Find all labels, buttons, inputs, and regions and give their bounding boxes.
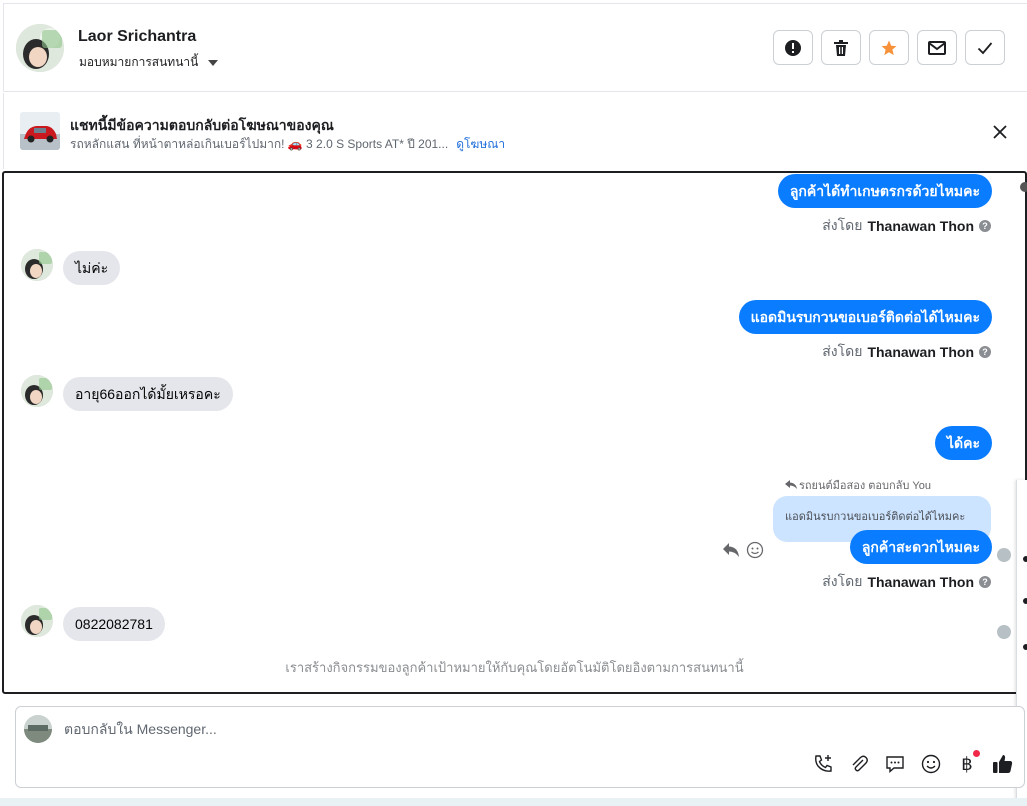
contact-avatar-small[interactable] (21, 605, 53, 637)
contact-avatar-small[interactable] (21, 375, 53, 407)
call-add-button[interactable] (812, 753, 834, 775)
incoming-message[interactable]: 0822082781 (63, 607, 165, 641)
check-icon (977, 41, 993, 54)
outgoing-message[interactable]: ลูกค้าได้ทำเกษตรกรด้วยไหมคะ (777, 174, 992, 208)
sent-by-label: ส่งโดย Thanawan Thon ? (822, 215, 991, 237)
seen-avatar (997, 625, 1011, 639)
ad-reply-banner: แชทนี้มีข้อความตอบกลับต่อโฆษณาของคุณ รถห… (3, 93, 1027, 169)
view-ad-link[interactable]: ดูโฆษณา (456, 135, 505, 154)
close-icon[interactable] (991, 123, 1009, 141)
message-input[interactable] (64, 721, 964, 737)
assign-conversation-dropdown[interactable]: มอบหมายการสนทนานี้ (79, 53, 219, 72)
reply-composer: ฿ (15, 706, 1025, 788)
contact-avatar[interactable] (16, 24, 64, 72)
message-thread[interactable]: ลูกค้าได้ทำเกษตรกรด้วยไหมคะ ส่งโดย Thana… (2, 171, 1027, 694)
incoming-message[interactable]: อายุ66ออกได้มั้ยเหรอคะ (63, 377, 233, 411)
caret-down-icon (208, 59, 219, 66)
ad-banner-title: แชทนี้มีข้อความตอบกลับต่อโฆษณาของคุณ (70, 117, 334, 133)
delete-button[interactable] (821, 30, 861, 65)
outgoing-message[interactable]: แอดมินรบกวนขอเบอร์ติดต่อได้ไหมคะ (738, 300, 992, 334)
help-icon[interactable]: ? (979, 346, 991, 358)
incoming-message[interactable]: ไม่ค่ะ (63, 251, 121, 285)
reply-arrow-icon (784, 480, 797, 489)
list-bullet (1023, 556, 1027, 562)
mark-unread-button[interactable] (917, 30, 957, 65)
baht-icon: ฿ (961, 753, 973, 775)
reply-icon[interactable] (722, 542, 740, 558)
envelope-icon (928, 40, 946, 55)
sent-by-label: ส่งโดย Thanawan Thon ? (822, 571, 991, 593)
star-icon (881, 40, 897, 55)
contact-avatar-small[interactable] (21, 249, 53, 281)
like-button[interactable] (992, 753, 1014, 775)
list-bullet (1023, 644, 1027, 650)
report-button[interactable] (773, 30, 813, 65)
sender-name: Thanawan Thon (867, 574, 974, 590)
ad-banner-subtitle-row: รถหลักแสน ที่หน้าตาหล่อเกินเบอร์ไปมาก! 🚗… (70, 135, 505, 154)
page-footer-strip (0, 798, 1027, 806)
ad-thumbnail[interactable] (20, 112, 60, 150)
list-bullet (1023, 598, 1027, 604)
contact-name[interactable]: Laor Srichantra (78, 28, 196, 46)
composer-toolbar: ฿ (812, 750, 1014, 775)
sender-name: Thanawan Thon (867, 344, 974, 360)
edge-avatar (1020, 182, 1027, 192)
thumbs-up-icon (993, 755, 1013, 773)
sent-by-label: ส่งโดย Thanawan Thon ? (822, 341, 991, 363)
outgoing-message[interactable]: ได้คะ (934, 426, 992, 460)
outgoing-message[interactable]: ลูกค้าสะดวกไหมคะ (849, 530, 992, 564)
emoji-button[interactable] (920, 753, 942, 775)
notification-dot (973, 750, 980, 757)
emoji-icon (921, 754, 941, 774)
seen-avatar (997, 548, 1011, 562)
header-actions (773, 30, 1005, 65)
page-avatar (24, 715, 52, 743)
mark-done-button[interactable] (965, 30, 1005, 65)
help-icon[interactable]: ? (979, 576, 991, 588)
conversation-header: Laor Srichantra มอบหมายการสนทนานี้ (3, 3, 1027, 92)
assign-label: มอบหมายการสนทนานี้ (79, 55, 199, 69)
saved-replies-button[interactable] (884, 753, 906, 775)
help-icon[interactable]: ? (979, 220, 991, 232)
ad-description: รถหลักแสน ที่หน้าตาหล่อเกินเบอร์ไปมาก! 🚗… (70, 137, 449, 151)
emoji-reaction-icon[interactable] (746, 541, 764, 559)
star-button[interactable] (869, 30, 909, 65)
reply-context: รถยนต์มือสอง ตอบกลับ You (784, 476, 931, 494)
speech-bubble-icon (886, 756, 904, 774)
message-actions (722, 541, 764, 559)
payment-button[interactable]: ฿ (956, 750, 980, 775)
automation-note: เราสร้างกิจกรรมของลูกค้าเป้าหมายให้กับคุ… (285, 660, 744, 675)
sender-name: Thanawan Thon (867, 218, 974, 234)
trash-icon (834, 39, 848, 56)
attach-button[interactable] (848, 753, 870, 775)
exclamation-icon (785, 39, 801, 56)
paperclip-icon (852, 755, 868, 772)
call-add-icon (815, 755, 832, 772)
